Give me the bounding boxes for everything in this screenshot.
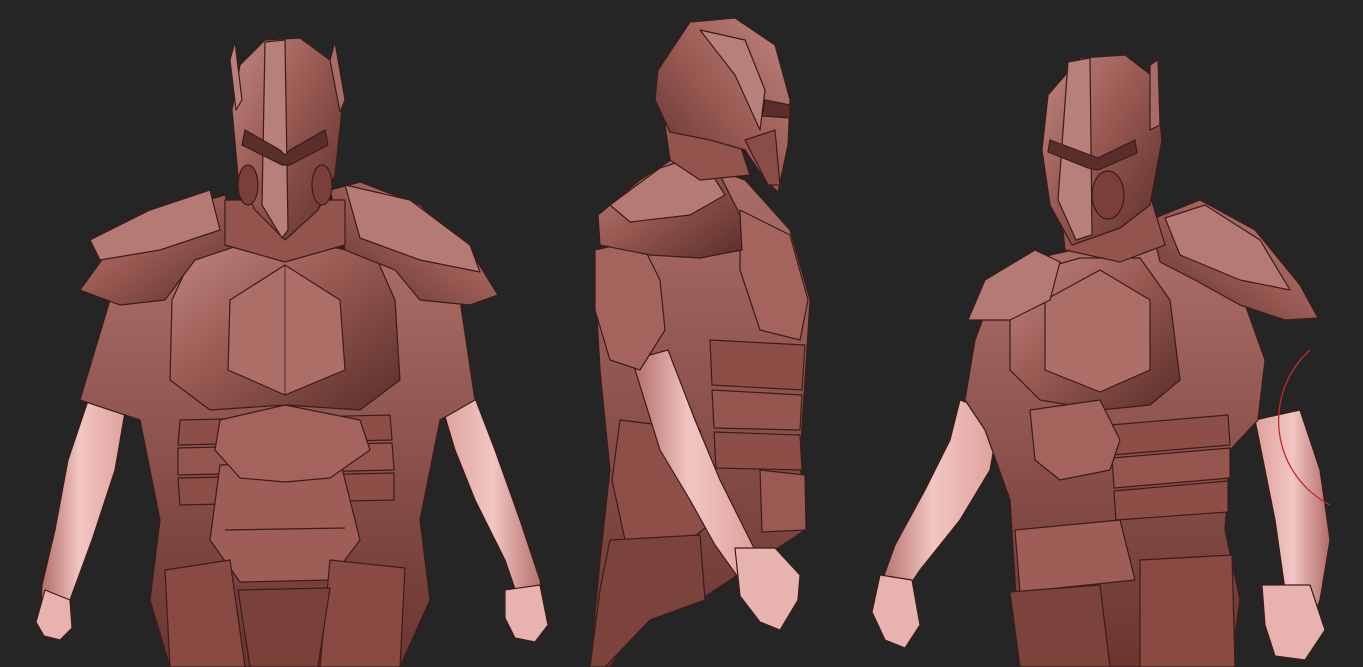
- sculpt-viewport[interactable]: [0, 0, 1363, 667]
- model-render: [35, 17, 1331, 667]
- armored-figure-front-view: [35, 37, 549, 667]
- armored-figure-side-view: [589, 17, 811, 667]
- armored-figure-three-quarter-view: [871, 54, 1331, 667]
